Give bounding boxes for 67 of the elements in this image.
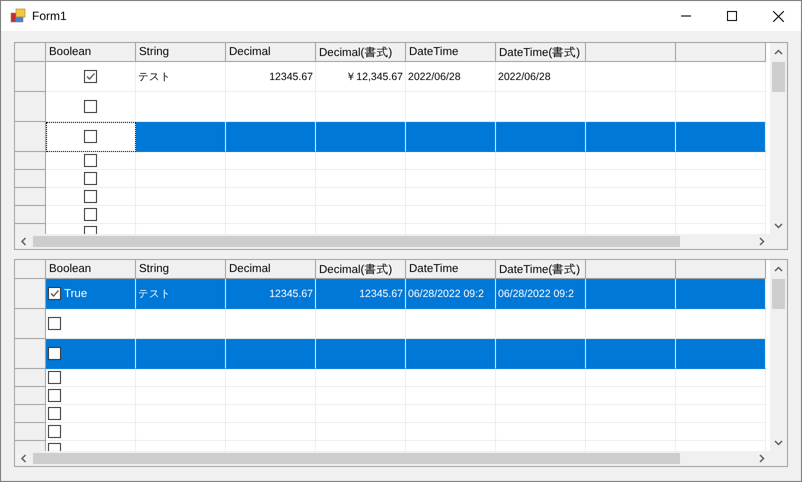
table-cell: 2022/06/28: [406, 62, 496, 92]
table-cell[interactable]: [46, 206, 136, 224]
checkbox[interactable]: [48, 425, 61, 438]
checkbox[interactable]: [48, 347, 61, 360]
checkbox[interactable]: [48, 389, 61, 402]
column-header[interactable]: Boolean: [46, 260, 136, 279]
column-header[interactable]: Decimal(書式): [316, 43, 406, 62]
checkbox[interactable]: [84, 130, 97, 143]
column-header[interactable]: DateTime: [406, 43, 496, 62]
checkbox[interactable]: [84, 70, 97, 83]
checkbox[interactable]: [48, 317, 61, 330]
corner-header: [15, 43, 46, 62]
checkbox[interactable]: [48, 371, 61, 384]
table-cell: 2022/06/28: [496, 62, 586, 92]
column-header[interactable]: String: [136, 43, 226, 62]
data-grid[interactable]: Boolean String Decimal Decimal(書式) DateTime DateTime(書式) テスト 12345.67 ￥12,345.67 2022/06/28 2022/06/28: [14, 42, 788, 250]
table-cell: テスト: [136, 279, 226, 309]
table-cell: 06/28/2022 09:2: [406, 279, 496, 309]
form-icon: [10, 8, 26, 24]
checkbox[interactable]: [48, 287, 61, 300]
table-cell[interactable]: [46, 405, 136, 423]
checkbox[interactable]: [84, 172, 97, 185]
horizontal-scrollbar[interactable]: [15, 234, 770, 249]
window-title: Form1: [32, 9, 67, 23]
vertical-scrollbar[interactable]: [770, 43, 787, 234]
column-header[interactable]: Decimal: [226, 43, 316, 62]
table-cell[interactable]: [46, 369, 136, 387]
table-cell: 12345.67: [226, 62, 316, 92]
column-header[interactable]: DateTime: [406, 260, 496, 279]
table-cell[interactable]: [46, 309, 136, 339]
table-cell[interactable]: True: [46, 279, 136, 309]
checkbox[interactable]: [84, 190, 97, 203]
data-grid[interactable]: Boolean String Decimal Decimal(書式) DateTime DateTime(書式) True テスト 12345.67 12345.67 06/28/2022 09:2 06/28/2022 09:2: [14, 259, 788, 467]
table-cell[interactable]: [46, 188, 136, 206]
table-cell[interactable]: [46, 387, 136, 405]
checkbox[interactable]: [48, 407, 61, 420]
scroll-thumb[interactable]: [772, 62, 785, 92]
scroll-thumb[interactable]: [33, 236, 680, 247]
scroll-thumb[interactable]: [33, 453, 680, 464]
table-cell: ￥12,345.67: [316, 62, 406, 92]
table-cell: テスト: [136, 62, 226, 92]
checkbox[interactable]: [84, 208, 97, 221]
column-header[interactable]: Decimal(書式): [316, 260, 406, 279]
table-cell[interactable]: [46, 122, 136, 152]
scroll-thumb[interactable]: [772, 279, 785, 309]
column-header[interactable]: DateTime(書式): [496, 260, 586, 279]
table-cell[interactable]: [46, 339, 136, 369]
table-cell[interactable]: [46, 152, 136, 170]
corner-header: [15, 260, 46, 279]
maximize-icon: [727, 11, 737, 21]
table-cell: 12345.67: [226, 279, 316, 309]
table-cell[interactable]: [46, 62, 136, 92]
close-icon: [772, 10, 784, 22]
column-header[interactable]: DateTime(書式): [496, 43, 586, 62]
table-cell: 12345.67: [316, 279, 406, 309]
table-cell: 06/28/2022 09:2: [496, 279, 586, 309]
column-header[interactable]: String: [136, 260, 226, 279]
checkbox[interactable]: [84, 154, 97, 167]
table-cell[interactable]: [46, 92, 136, 122]
checkbox[interactable]: [84, 100, 97, 113]
horizontal-scrollbar[interactable]: [15, 451, 770, 466]
vertical-scrollbar[interactable]: [770, 260, 787, 451]
column-header[interactable]: Decimal: [226, 260, 316, 279]
column-header[interactable]: Boolean: [46, 43, 136, 62]
cell-text: True: [64, 288, 88, 300]
table-cell[interactable]: [46, 170, 136, 188]
table-cell[interactable]: [46, 423, 136, 441]
